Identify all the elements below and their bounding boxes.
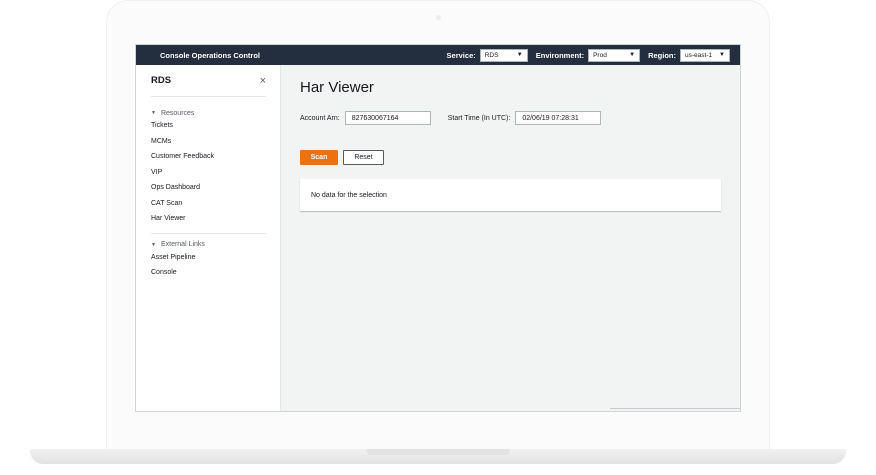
caret-down-icon: ▼ [629, 52, 636, 58]
laptop-mockup: Console Operations Control Service: RDS … [0, 0, 876, 475]
horizontal-scrollbar[interactable] [610, 408, 740, 409]
caret-down-icon: ▼ [516, 52, 523, 58]
sidebar-item-asset-pipeline[interactable]: Asset Pipeline [151, 250, 266, 266]
action-buttons: Scan Reset [300, 150, 721, 165]
section-external-links-label: External Links [160, 241, 205, 248]
caret-down-icon: ▼ [151, 110, 156, 116]
app-body: RDS × ▼ Resources Tickets MCMs Customer … [136, 65, 740, 411]
sidebar: RDS × ▼ Resources Tickets MCMs Customer … [136, 65, 281, 411]
region-select[interactable]: us-east-1 ▼ [680, 48, 730, 62]
camera-dot [436, 15, 441, 20]
start-time-input[interactable]: 02/06/19 07:28:31 [515, 111, 602, 125]
sidebar-divider [151, 232, 266, 234]
service-selector-group: Service: RDS ▼ [446, 48, 528, 62]
empty-state-message: No data for the selection [311, 191, 387, 199]
environment-select[interactable]: Prod ▼ [588, 48, 641, 62]
app-brand[interactable]: Console Operations Control [160, 51, 260, 60]
main-content: Har Viewer Account Arn: 827630067164 Sta… [281, 65, 740, 411]
start-time-label: Start Time (In UTC): [447, 114, 511, 122]
app-window: Console Operations Control Service: RDS … [135, 44, 741, 412]
region-selector-group: Region: us-east-1 ▼ [648, 48, 730, 62]
account-arn-input[interactable]: 827630067164 [344, 111, 431, 125]
sidebar-item-ops-dashboard[interactable]: Ops Dashboard [151, 180, 266, 196]
service-label: Service: [446, 50, 476, 60]
service-select[interactable]: RDS ▼ [479, 48, 528, 62]
sidebar-item-tickets[interactable]: Tickets [151, 118, 266, 134]
sidebar-item-vip[interactable]: VIP [151, 165, 266, 181]
close-icon[interactable]: × [260, 75, 266, 87]
section-resources[interactable]: ▼ Resources [151, 108, 266, 118]
sidebar-item-console[interactable]: Console [151, 265, 266, 281]
scan-button[interactable]: Scan [300, 150, 338, 165]
sidebar-item-mcms[interactable]: MCMs [151, 134, 266, 150]
page-title: Har Viewer [300, 79, 374, 96]
sidebar-item-customer-feedback[interactable]: Customer Feedback [151, 149, 266, 165]
top-navigation-bar: Console Operations Control Service: RDS … [136, 45, 740, 65]
search-form: Account Arn: 827630067164 Start Time (In… [300, 111, 721, 125]
reset-button[interactable]: Reset [343, 150, 384, 165]
environment-label: Environment: [535, 50, 585, 60]
region-select-value: us-east-1 [685, 51, 713, 59]
environment-selector-group: Environment: Prod ▼ [535, 48, 641, 62]
results-panel: No data for the selection [300, 179, 721, 211]
sidebar-item-cat-scan[interactable]: CAT Scan [151, 196, 266, 212]
section-resources-label: Resources [160, 109, 195, 117]
sidebar-item-har-viewer[interactable]: Har Viewer [151, 211, 266, 227]
laptop-notch [366, 449, 510, 455]
environment-select-value: Prod [593, 51, 607, 59]
caret-down-icon: ▼ [719, 52, 725, 58]
sidebar-header: RDS × [151, 65, 266, 97]
service-select-value: RDS [484, 51, 499, 59]
sidebar-title: RDS [151, 75, 172, 86]
caret-down-icon: ▼ [151, 241, 156, 248]
account-arn-label: Account Arn: [300, 114, 340, 122]
region-label: Region: [648, 50, 676, 60]
section-external-links[interactable]: ▼ External Links [151, 240, 266, 250]
